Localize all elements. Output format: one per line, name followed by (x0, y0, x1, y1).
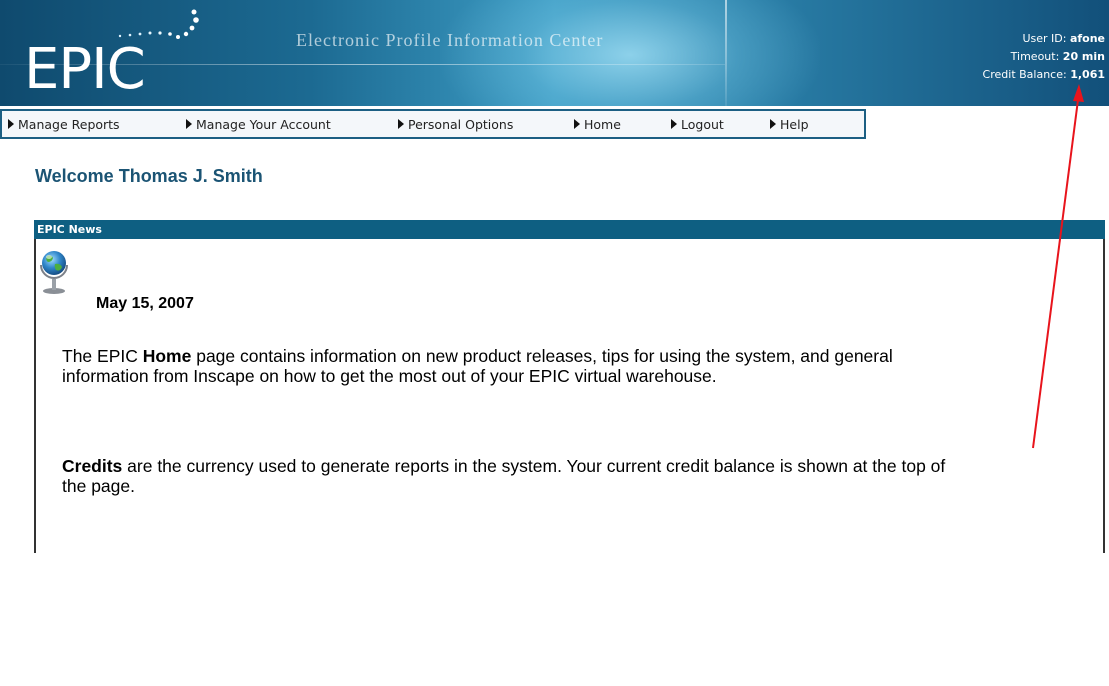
nav-home[interactable]: Home (574, 111, 671, 137)
timeout-line: Timeout: 20 min (983, 48, 1105, 66)
nav-help[interactable]: Help (770, 111, 809, 137)
credit-balance-label: Credit Balance: (982, 68, 1067, 81)
header-tagline: Electronic Profile Information Center (296, 30, 604, 50)
triangle-right-icon (770, 119, 776, 129)
news-paragraph-credits: Credits are the currency used to generat… (62, 456, 962, 496)
credit-balance-value: 1,061 (1070, 68, 1105, 81)
user-info-panel: User ID: afone Timeout: 20 min Credit Ba… (983, 30, 1105, 84)
nav-personal-options[interactable]: Personal Options (398, 111, 574, 137)
news-date: May 15, 2007 (96, 295, 194, 312)
header-vertical-divider (725, 0, 727, 106)
news-text-bold: Home (142, 346, 192, 366)
triangle-right-icon (671, 119, 677, 129)
nav-logout[interactable]: Logout (671, 111, 770, 137)
news-panel (34, 239, 1105, 553)
nav-label: Home (584, 116, 621, 132)
nav-label: Personal Options (408, 116, 514, 132)
nav-label: Manage Your Account (196, 116, 331, 132)
nav-label: Manage Reports (18, 116, 120, 132)
epic-logo: EPIC (24, 37, 146, 102)
news-section-header: EPIC News (34, 220, 1105, 239)
news-text-bold: Credits (62, 456, 123, 476)
timeout-label: Timeout: (1010, 50, 1060, 63)
news-paragraph-home: The EPIC Home page contains information … (62, 346, 962, 386)
triangle-right-icon (398, 119, 404, 129)
header-glow (440, 0, 820, 106)
news-text: The EPIC (62, 346, 143, 366)
welcome-heading: Welcome Thomas J. Smith (35, 166, 263, 186)
user-id-value: afone (1069, 32, 1105, 45)
globe-icon (40, 251, 68, 294)
triangle-right-icon (186, 119, 192, 129)
nav-label: Logout (681, 116, 724, 132)
timeout-value: 20 min (1062, 50, 1105, 63)
user-id-label: User ID: (1022, 32, 1067, 45)
news-text: are the currency used to generate report… (62, 456, 946, 496)
triangle-right-icon (8, 119, 14, 129)
user-id-line: User ID: afone (983, 30, 1105, 48)
header-banner: EPIC Electronic Profile Information Cent… (0, 0, 1109, 106)
main-navigation: Manage Reports Manage Your Account Perso… (0, 109, 866, 139)
triangle-right-icon (574, 119, 580, 129)
nav-manage-your-account[interactable]: Manage Your Account (186, 111, 398, 137)
nav-label: Help (780, 116, 809, 132)
credit-balance-line: Credit Balance: 1,061 (983, 66, 1105, 84)
nav-manage-reports[interactable]: Manage Reports (8, 111, 186, 137)
